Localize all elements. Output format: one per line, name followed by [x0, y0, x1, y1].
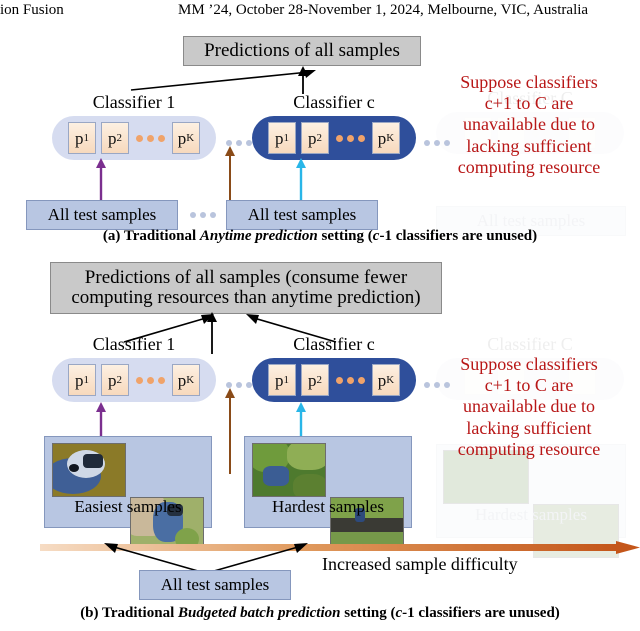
- classifier-1-title-a: Classifier 1: [92, 92, 176, 112]
- red-note-line-2: c+1 to C are: [484, 93, 574, 114]
- classifier-1-pill-a: p1 p2 pK: [52, 116, 216, 160]
- caption-b-italic: Budgeted batch prediction: [177, 605, 341, 621]
- classifier-c-group-b: Classifier c p1 p2 pK: [248, 334, 420, 402]
- photo-jay-in-tree: [252, 443, 326, 497]
- red-note-b: Suppose classifiers c+1 to C are unavail…: [418, 354, 640, 460]
- arrow-classifier1-to-predictions-a: [126, 66, 316, 92]
- classifier-1-group-b: Classifier 1 p1 p2 pK: [48, 334, 220, 402]
- arrow-allsamples-to-easiest: [102, 541, 202, 573]
- prob-box-p1: p1: [268, 364, 296, 396]
- red-note-line-4: lacking sufficient: [466, 135, 592, 156]
- classifier-c-title-b: Classifier c: [293, 334, 375, 354]
- page-running-header: ion Fusion MM ’24, October 28-November 1…: [0, 2, 640, 22]
- panel-a-anytime-prediction: Classifier C All test samples Prediction…: [0, 30, 640, 252]
- header-right-text: MM ’24, October 28-November 1, 2024, Mel…: [178, 2, 589, 18]
- arrow-classifierc-to-predictions-a: [296, 66, 310, 94]
- red-note-line-1: Suppose classifiers: [460, 72, 598, 92]
- hardest-samples-group: Hardest samples: [244, 436, 412, 551]
- prob-box-p2: p2: [301, 122, 329, 154]
- predictions-box-b-line2: computing resources than anytime predict…: [71, 287, 421, 308]
- caption-a-prefix: (a) Traditional: [102, 228, 200, 244]
- all-test-samples-box-a-1: All test samples: [26, 200, 178, 230]
- arrow-samples-to-chain-a: [225, 146, 235, 204]
- caption-b-suffix: -1 classifiers are unused): [402, 605, 560, 621]
- difficulty-axis-label: Increased sample difficulty: [322, 554, 518, 574]
- caption-a: (a) Traditional Anytime prediction setti…: [0, 228, 640, 245]
- red-note-line-3: unavailable due to: [463, 114, 595, 135]
- prob-box-pk: pK: [372, 364, 400, 396]
- sample-group-faded-label-b: Hardest samples: [475, 505, 587, 524]
- red-note-line-5: computing resource: [457, 438, 601, 459]
- prob-box-pk: pK: [372, 122, 400, 154]
- caption-a-mid: setting (: [317, 228, 373, 244]
- prob-box-p2: p2: [101, 122, 129, 154]
- red-note-line-2: c+1 to C are: [484, 375, 574, 396]
- arrow-hardest-to-classifierc-b: [296, 402, 306, 438]
- caption-a-suffix: -1 classifiers are unused): [379, 228, 538, 244]
- ellipsis-dots: [334, 134, 367, 142]
- classifier-c-pill-b: p1 p2 pK: [252, 358, 416, 402]
- arrow-samples-to-classifierc-a: [296, 158, 306, 204]
- classifier-1-group-a: Classifier 1 p1 p2 pK: [48, 92, 220, 160]
- easiest-samples-group: Easiest samples: [44, 436, 212, 551]
- arrow-allsamples-to-hardest: [210, 541, 310, 573]
- prob-box-pk: pK: [172, 364, 200, 396]
- caption-a-italic: Anytime prediction: [199, 228, 318, 244]
- prob-box-p2: p2: [101, 364, 129, 396]
- all-test-samples-box-a-2: All test samples: [226, 200, 378, 230]
- caption-b-mid: setting (: [340, 605, 396, 621]
- red-note-line-3: unavailable due to: [463, 396, 595, 417]
- prob-box-p1: p1: [268, 122, 296, 154]
- classifier-c-pill-a: p1 p2 pK: [252, 116, 416, 160]
- predictions-box-b-line1: Predictions of all samples (consume fewe…: [84, 267, 408, 289]
- arrow-middle-chain-b: [225, 388, 235, 474]
- red-note-line-1: Suppose classifiers: [460, 354, 598, 374]
- prob-box-p2: p2: [301, 364, 329, 396]
- caption-b: (b) Traditional Budgeted batch predictio…: [0, 605, 640, 622]
- arrow-easiest-to-classifier1-b: [96, 402, 106, 438]
- classifier-c-title-a: Classifier c: [293, 92, 375, 112]
- classifier-title-faded-b: Classifier C: [487, 334, 573, 354]
- predictions-box-a: Predictions of all samples: [183, 36, 421, 66]
- sample-chain-dots-a: [188, 212, 218, 218]
- ellipsis-dots: [134, 134, 167, 142]
- all-test-samples-box-b: All test samples: [139, 570, 291, 600]
- classifier-c-group-a: Classifier c p1 p2 pK: [248, 92, 420, 160]
- photo-blue-jay-closeup: [52, 443, 126, 497]
- prob-box-p1: p1: [68, 122, 96, 154]
- caption-b-prefix: (b) Traditional: [80, 605, 178, 621]
- classifier-1-title-b: Classifier 1: [92, 334, 176, 354]
- arrow-samples-to-classifier1-a: [96, 158, 106, 204]
- red-note-line-4: lacking sufficient: [466, 417, 592, 438]
- prob-box-pk: pK: [172, 122, 200, 154]
- panel-b-budgeted-batch-prediction: Classifier C Hardest samples Predictions…: [0, 258, 640, 631]
- prob-box-p1: p1: [68, 364, 96, 396]
- hardest-samples-label: Hardest samples: [272, 497, 384, 516]
- red-note-a: Suppose classifiers c+1 to C are unavail…: [418, 72, 640, 178]
- header-left-text: ion Fusion: [0, 2, 64, 18]
- predictions-box-b: Predictions of all samples (consume fewe…: [50, 262, 442, 314]
- easiest-samples-label: Easiest samples: [74, 497, 182, 516]
- ellipsis-dots: [134, 376, 167, 384]
- red-note-line-5: computing resource: [457, 156, 601, 177]
- ellipsis-dots: [334, 376, 367, 384]
- classifier-1-pill-b: p1 p2 pK: [52, 358, 216, 402]
